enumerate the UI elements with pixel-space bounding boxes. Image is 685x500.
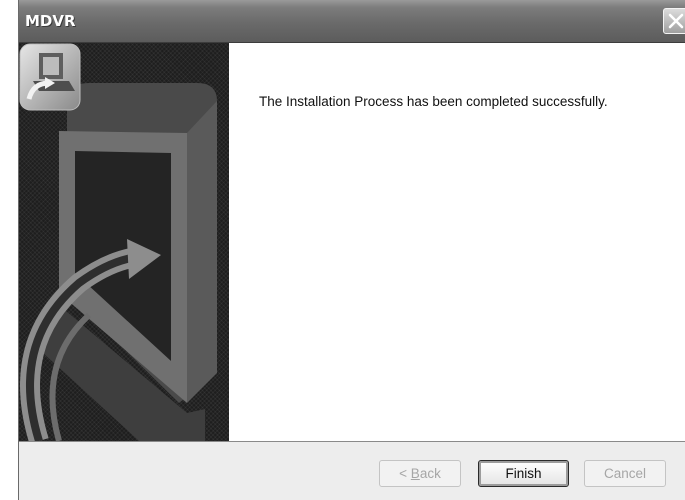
window-title: MDVR <box>25 12 76 30</box>
finish-button[interactable]: Finish <box>478 460 569 487</box>
title-bar[interactable]: MDVR <box>19 0 685 43</box>
cancel-button[interactable]: Cancel <box>584 460 666 487</box>
content-area: The Installation Process has been comple… <box>229 43 685 441</box>
back-button[interactable]: < Back <box>379 460 461 487</box>
installer-computer-icon <box>19 43 81 111</box>
side-banner <box>19 43 229 441</box>
back-label-mnemonic: B <box>410 466 420 481</box>
back-label-rest: ack <box>419 466 441 481</box>
back-label-prefix: < <box>399 466 411 481</box>
button-bar: < Back Finish Cancel <box>19 441 685 500</box>
completion-message: The Installation Process has been comple… <box>259 94 608 109</box>
close-icon <box>668 13 684 29</box>
close-button[interactable] <box>663 8 685 34</box>
installer-dialog: MDVR The Installation Process has been c… <box>18 0 685 500</box>
